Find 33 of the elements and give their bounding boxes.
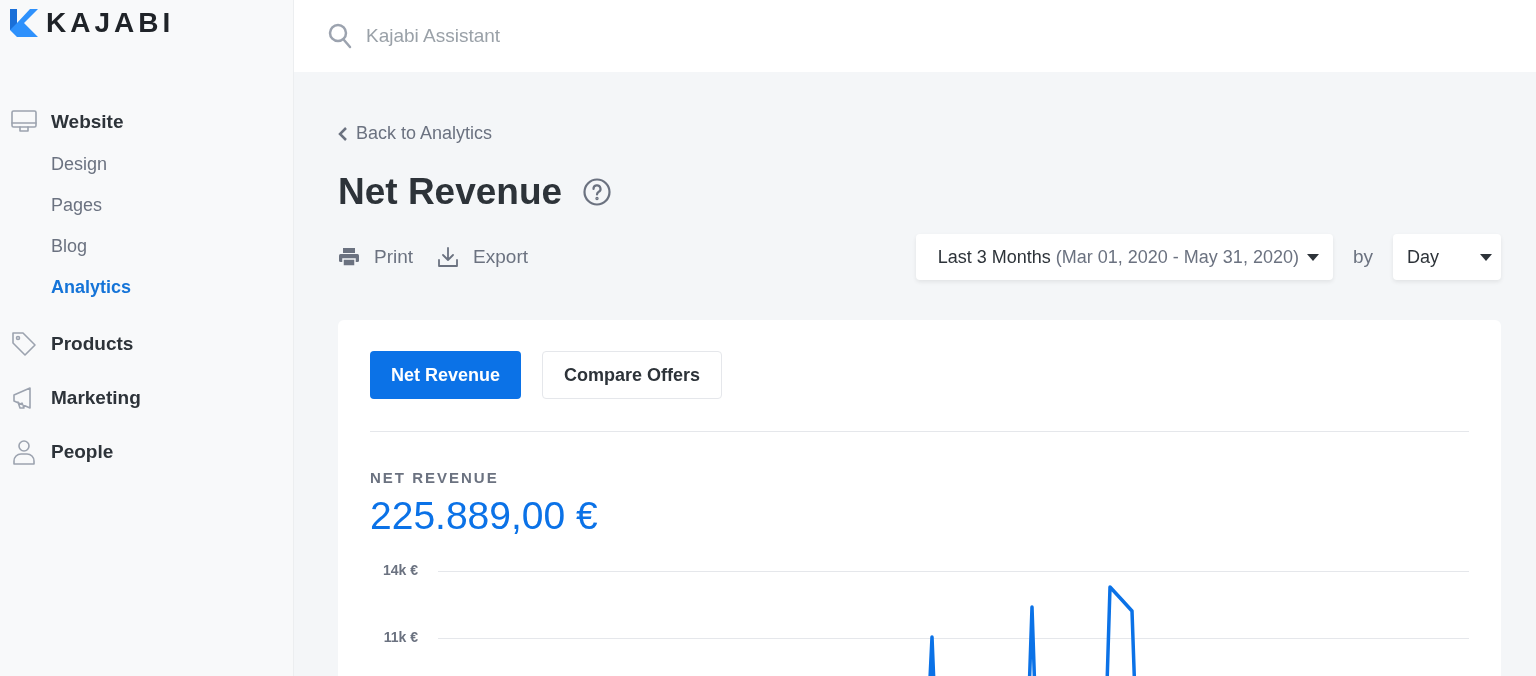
metric-value: 225.889,00 € xyxy=(370,495,599,535)
sidebar-item[interactable]: Website xyxy=(0,104,293,140)
logo-text: KAJABI xyxy=(46,9,175,37)
sidebar-item[interactable]: Products xyxy=(0,326,293,362)
search-field[interactable]: Kajabi Assistant xyxy=(366,21,766,51)
printer-icon xyxy=(338,247,360,267)
axis-tick-label: 11k € xyxy=(382,627,418,647)
sidebar-item[interactable]: People xyxy=(0,434,293,470)
sidebar-subitem[interactable]: Design xyxy=(0,144,293,185)
caret-icon xyxy=(1306,253,1319,261)
interval-dropdown[interactable]: Day xyxy=(1393,234,1501,280)
sidebar-subitem[interactable]: Pages xyxy=(0,185,293,226)
axis-tick-label: 14k € xyxy=(381,560,418,580)
by-label: by xyxy=(1352,244,1373,269)
download-icon xyxy=(437,246,460,268)
tab[interactable]: Net Revenue xyxy=(370,351,522,399)
chevron-left-icon xyxy=(338,125,348,142)
sidebar-subitem[interactable]: Blog xyxy=(0,226,293,267)
tag-icon xyxy=(10,330,38,358)
date-range-dropdown[interactable]: Last 3 Months (Mar 01, 2020 - May 31, 2020) xyxy=(915,234,1333,280)
help-icon[interactable] xyxy=(582,176,613,207)
sidebar-item[interactable]: Marketing xyxy=(0,380,293,416)
toolbar-button[interactable]: Export xyxy=(437,242,528,272)
tab[interactable]: Compare Offers xyxy=(542,351,723,399)
sidebar-subitem[interactable]: Analytics xyxy=(0,267,293,308)
toolbar-button[interactable]: Print xyxy=(338,242,414,272)
page-title: Net Revenue xyxy=(338,173,563,210)
caret-icon xyxy=(1480,253,1492,261)
back-link[interactable]: Back to Analytics xyxy=(338,120,493,147)
search-icon xyxy=(328,23,352,49)
person-icon xyxy=(10,438,38,466)
metric-label: NET REVENUE xyxy=(370,468,500,488)
logo-icon xyxy=(10,9,38,37)
